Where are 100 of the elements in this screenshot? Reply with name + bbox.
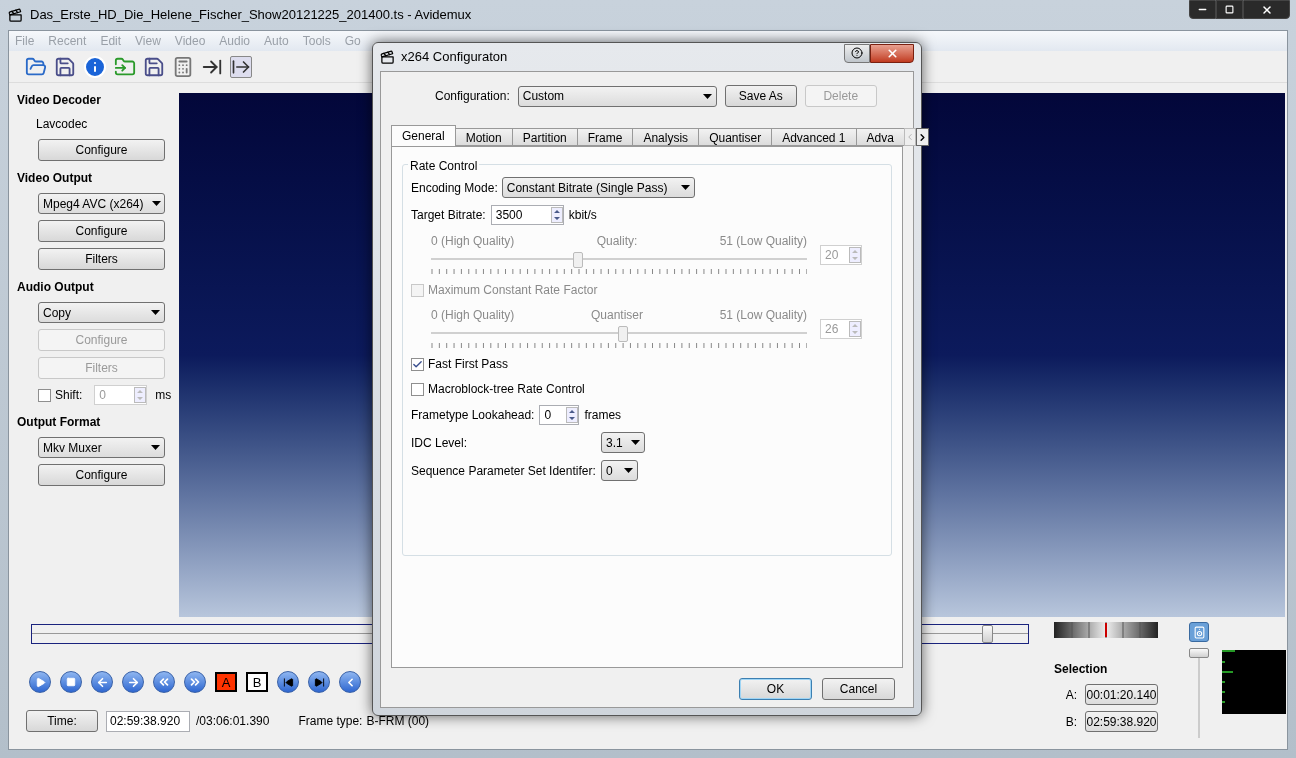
volume-slider[interactable] bbox=[1189, 648, 1209, 738]
tab[interactable]: Frame bbox=[576, 128, 634, 146]
field-label: Sequence Parameter Set Identifer: bbox=[411, 462, 597, 480]
checkbox[interactable] bbox=[38, 388, 51, 402]
section-heading: Video Output bbox=[17, 170, 94, 187]
section-heading: Audio Output bbox=[17, 279, 95, 296]
selection-heading: Selection bbox=[1054, 661, 1109, 678]
tab[interactable]: Advanced 1 bbox=[771, 128, 857, 146]
total-duration: /03:06:01.390 bbox=[196, 713, 270, 730]
save-icon[interactable] bbox=[54, 55, 76, 78]
marker-time-button[interactable]: 02:59:38.920 bbox=[1085, 711, 1158, 732]
close-button[interactable] bbox=[870, 43, 914, 63]
section-heading: Video Decoder bbox=[17, 92, 102, 109]
tab[interactable]: Quantiser bbox=[698, 128, 773, 146]
previous-keyframe-button[interactable] bbox=[339, 671, 361, 693]
go-to-marker-button[interactable] bbox=[277, 671, 299, 693]
app-icon bbox=[380, 49, 395, 65]
push-button[interactable]: Configure bbox=[38, 220, 165, 242]
unit-label: ms bbox=[155, 387, 172, 404]
slider-thumb[interactable] bbox=[982, 625, 994, 643]
push-button[interactable]: Time: bbox=[26, 710, 98, 732]
spin-box[interactable]: 0 bbox=[539, 405, 580, 425]
field-label: Encoding Mode: bbox=[411, 179, 498, 197]
push-button[interactable]: Configure bbox=[38, 464, 165, 486]
dropdown-field[interactable]: Copy bbox=[38, 302, 165, 323]
maximize-button[interactable] bbox=[1216, 0, 1243, 19]
checkbox-label: Macroblock-tree Rate Control bbox=[428, 381, 585, 398]
stop-icon bbox=[66, 677, 76, 687]
marker-time-button[interactable]: 00:01:20.140 bbox=[1085, 684, 1158, 705]
previous-frame-button[interactable] bbox=[91, 671, 113, 693]
time-field[interactable]: 02:59:38.920 bbox=[106, 710, 190, 732]
tab[interactable]: Adva bbox=[855, 128, 905, 146]
close-button[interactable] bbox=[1243, 0, 1290, 19]
dropdown-caret-icon bbox=[702, 93, 712, 99]
skip-back-icon bbox=[282, 676, 294, 688]
tab[interactable]: Motion bbox=[454, 128, 513, 146]
scale-min-label: 0 (High Quality) bbox=[431, 233, 515, 250]
dialog-button[interactable]: OK bbox=[739, 678, 812, 700]
spin-arrows-icon bbox=[849, 321, 861, 337]
tab[interactable]: Analysis bbox=[632, 128, 700, 146]
spin-box[interactable]: 3500 bbox=[490, 205, 564, 225]
push-button[interactable]: Save As bbox=[724, 85, 797, 107]
stop-button[interactable] bbox=[60, 671, 82, 693]
dropdown-field[interactable]: Mpeg4 AVC (x264) bbox=[38, 193, 165, 214]
arrow-right-icon bbox=[126, 675, 140, 689]
dropdown-field[interactable]: 0 bbox=[601, 460, 638, 481]
configuration-label: Configuration: bbox=[435, 88, 510, 105]
open-folder-icon[interactable] bbox=[25, 55, 47, 78]
set-marker-a-button[interactable]: A bbox=[215, 672, 237, 692]
dropdown-field[interactable]: Mkv Muxer bbox=[38, 437, 165, 458]
spin-arrows-icon bbox=[550, 207, 563, 223]
play-button[interactable] bbox=[29, 671, 51, 693]
go-to-marker-button[interactable] bbox=[308, 671, 330, 693]
checkbox-label: Maximum Constant Rate Factor bbox=[428, 282, 598, 299]
scale-max-label: 51 (Low Quality) bbox=[719, 307, 807, 324]
marker-label: A: bbox=[1064, 686, 1078, 704]
push-button[interactable]: Configure bbox=[38, 139, 165, 161]
checkmark-icon bbox=[412, 358, 423, 370]
scale-min-label: 0 (High Quality) bbox=[431, 307, 515, 324]
calculator-icon[interactable] bbox=[172, 55, 194, 78]
dropdown-caret-icon bbox=[680, 185, 690, 190]
checkbox[interactable] bbox=[411, 357, 424, 371]
frame-type-label: Frame type: bbox=[298, 713, 363, 730]
tab[interactable]: Partition bbox=[511, 128, 578, 146]
dropdown-caret-icon bbox=[151, 310, 160, 315]
set-marker-b-button[interactable]: B bbox=[246, 672, 268, 692]
dialog-button[interactable]: Cancel bbox=[822, 678, 895, 700]
dropdown-field[interactable]: Custom bbox=[517, 85, 717, 107]
unit-label: frames bbox=[584, 407, 622, 424]
shift-label: Shift: bbox=[55, 387, 83, 404]
checkbox[interactable] bbox=[411, 382, 424, 396]
scale-title: Quantiser bbox=[591, 307, 643, 324]
dropdown-field[interactable]: 3.1 bbox=[601, 432, 645, 453]
close-icon bbox=[1260, 3, 1273, 16]
speaker-icon bbox=[1192, 625, 1206, 639]
slider-thumb[interactable] bbox=[1189, 648, 1209, 658]
info-icon[interactable] bbox=[83, 54, 107, 79]
skip-forward-icon bbox=[313, 676, 325, 688]
speaker-button[interactable] bbox=[1189, 622, 1209, 642]
spin-arrows-icon bbox=[134, 387, 147, 403]
spin-arrows-icon bbox=[566, 407, 579, 423]
help-icon bbox=[851, 47, 863, 59]
fast-forward-button[interactable] bbox=[184, 671, 206, 693]
double-chevron-left-icon bbox=[157, 675, 171, 689]
next-frame-button[interactable] bbox=[122, 671, 144, 693]
close-icon bbox=[885, 46, 899, 60]
help-button[interactable] bbox=[844, 43, 870, 63]
dialog-title: x264 Configuraton bbox=[401, 48, 508, 67]
save-icon[interactable] bbox=[143, 55, 165, 78]
dropdown-caret-icon bbox=[151, 201, 161, 206]
play-icon bbox=[34, 676, 46, 688]
rewind-button[interactable] bbox=[153, 671, 175, 693]
dropdown-field[interactable]: Constant Bitrate (Single Pass) bbox=[501, 177, 695, 198]
tab[interactable]: General bbox=[391, 125, 456, 146]
frame-type-value: B-FRM (00) bbox=[366, 713, 430, 730]
push-button[interactable]: Filters bbox=[38, 248, 165, 270]
maximize-icon bbox=[1225, 5, 1234, 14]
dropdown-caret-icon bbox=[151, 445, 160, 450]
section-heading: Output Format bbox=[17, 414, 102, 431]
folder-icon[interactable] bbox=[114, 55, 136, 78]
